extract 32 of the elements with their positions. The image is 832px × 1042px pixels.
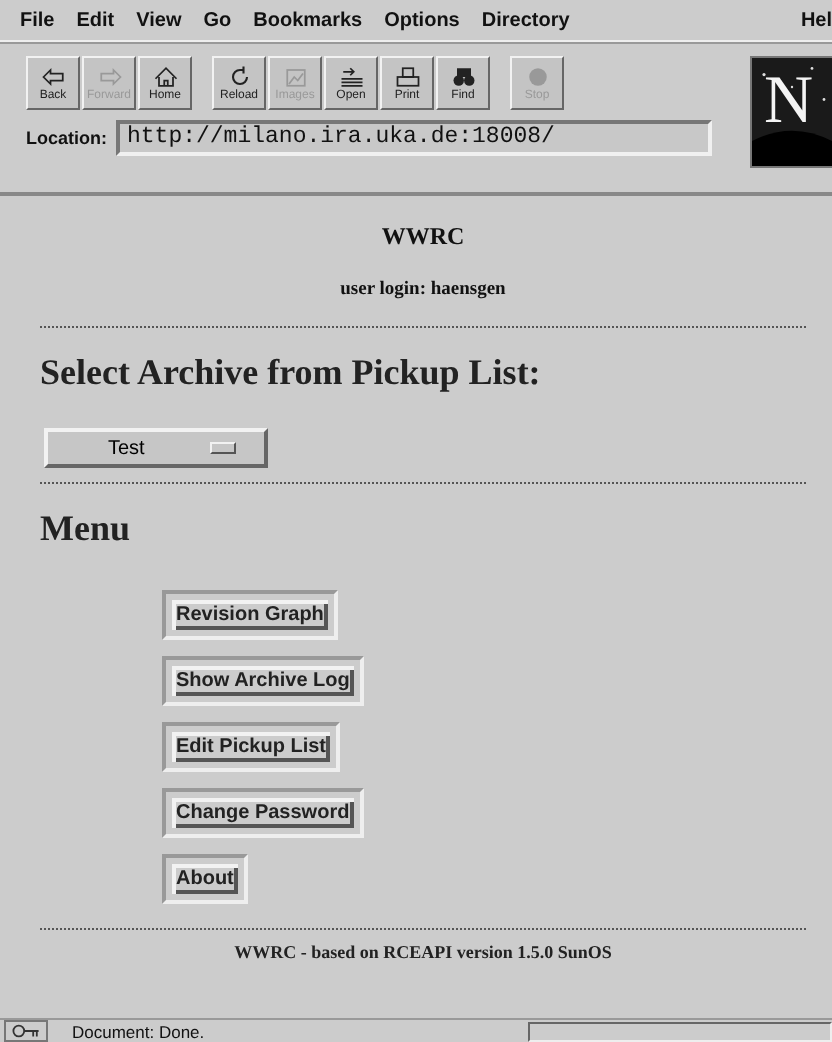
footer-text: WWRC - based on RCEAPI version 1.5.0 SunOS (232, 942, 614, 962)
menu-item[interactable]: Bookmarks (253, 9, 363, 31)
stop-icon (523, 65, 551, 87)
location-label: Location: (26, 128, 107, 148)
user-login-text: user login: haensgen (338, 280, 508, 300)
menu-item[interactable]: Directory (481, 9, 570, 31)
binoculars-icon (449, 65, 477, 87)
security-key-icon (4, 1020, 48, 1042)
menu-button[interactable]: Change Password (162, 788, 364, 838)
menu-button[interactable]: Revision Graph (162, 590, 338, 640)
house-icon (151, 65, 179, 87)
archive-select[interactable]: Test (44, 428, 268, 468)
section-heading: Menu (40, 508, 132, 550)
image-icon (281, 65, 309, 87)
menu-item[interactable]: Go (203, 9, 232, 31)
printer-icon (393, 65, 421, 87)
menu-item[interactable]: File (20, 9, 55, 31)
menu-item[interactable]: View (136, 9, 182, 31)
menu-button[interactable]: Show Archive Log (162, 656, 364, 706)
page-title: WWRC (379, 222, 467, 252)
address-field[interactable]: http://milano.ira.uka.de:18008/ (115, 120, 711, 156)
section-heading: Select Archive from Pickup List: (40, 352, 543, 394)
browser-logo: N (750, 56, 832, 168)
menu-item[interactable]: Hel (800, 9, 832, 31)
status-text: Document: Done. (72, 1021, 207, 1041)
menu-item[interactable]: Edit (76, 9, 115, 31)
menu-button[interactable]: Edit Pickup List (162, 722, 341, 772)
right-arrow-icon (95, 65, 123, 87)
menu-button[interactable]: About (162, 854, 248, 904)
menu-item[interactable]: Options (384, 9, 460, 31)
left-arrow-icon (39, 65, 67, 87)
option-menu-icon (210, 442, 236, 454)
